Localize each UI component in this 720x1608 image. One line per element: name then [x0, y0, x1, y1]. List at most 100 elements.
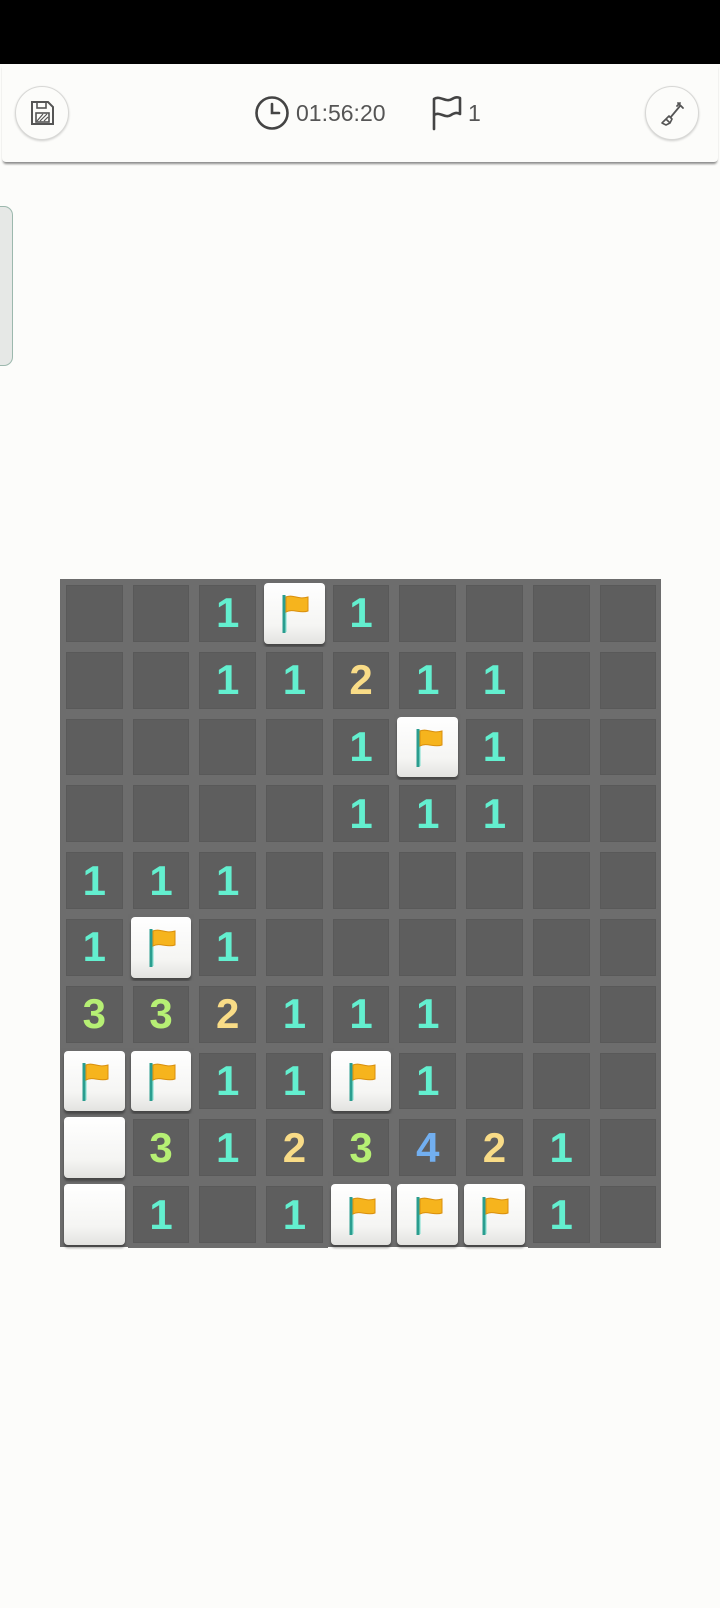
empty-cell[interactable] [594, 980, 662, 1048]
number-cell[interactable]: 3 [127, 980, 195, 1048]
save-icon [31, 101, 54, 125]
number-cell[interactable]: 1 [194, 913, 262, 981]
number-cell[interactable]: 1 [394, 1047, 462, 1115]
number-cell[interactable]: 1 [527, 1114, 595, 1182]
empty-cell[interactable] [194, 1181, 262, 1248]
empty-cell[interactable] [527, 580, 595, 647]
empty-cell[interactable] [527, 847, 595, 914]
number-cell[interactable]: 3 [61, 980, 128, 1048]
number-cell[interactable]: 1 [127, 1181, 195, 1248]
number-cell[interactable]: 1 [261, 1047, 328, 1115]
empty-cell[interactable] [327, 847, 395, 914]
number-cell[interactable]: 1 [194, 580, 262, 647]
number-cell[interactable]: 1 [261, 646, 328, 714]
flagged-cell[interactable] [397, 1184, 459, 1245]
flagged-cell[interactable] [130, 1050, 192, 1112]
empty-cell[interactable] [527, 780, 595, 848]
empty-cell[interactable] [61, 713, 128, 781]
number-cell[interactable]: 2 [327, 646, 395, 714]
empty-cell[interactable] [594, 780, 662, 848]
empty-cell[interactable] [461, 1047, 528, 1115]
flagged-cell[interactable] [130, 916, 192, 978]
empty-cell[interactable] [594, 1047, 662, 1115]
flagged-cell[interactable] [330, 1050, 392, 1112]
empty-cell[interactable] [127, 713, 195, 781]
empty-cell[interactable] [527, 713, 595, 781]
empty-cell[interactable] [527, 913, 595, 981]
number-cell[interactable]: 1 [61, 913, 128, 981]
flagged-cell[interactable] [64, 1050, 125, 1112]
empty-cell[interactable] [261, 913, 328, 981]
empty-cell[interactable] [61, 646, 128, 714]
number-cell[interactable]: 1 [461, 780, 528, 848]
flagged-cell[interactable] [464, 1184, 525, 1245]
empty-cell[interactable] [594, 913, 662, 981]
number-cell[interactable]: 1 [194, 1047, 262, 1115]
number-cell[interactable]: 3 [127, 1114, 195, 1182]
empty-cell[interactable] [61, 580, 128, 647]
number-cell[interactable]: 1 [194, 1114, 262, 1182]
number-cell[interactable]: 1 [394, 780, 462, 848]
empty-cell[interactable] [127, 780, 195, 848]
number-cell[interactable]: 1 [61, 847, 128, 914]
flag-icon [482, 1196, 509, 1235]
number-cell[interactable]: 1 [461, 646, 528, 714]
empty-cell[interactable] [194, 713, 262, 781]
number-cell[interactable]: 1 [327, 580, 395, 647]
number-cell[interactable]: 2 [261, 1114, 328, 1182]
number-cell[interactable]: 1 [327, 780, 395, 848]
number-cell[interactable]: 1 [194, 847, 262, 914]
dig-mode-button[interactable] [645, 86, 699, 140]
flagged-cell[interactable] [264, 583, 325, 644]
number-cell[interactable]: 4 [394, 1114, 462, 1182]
empty-cell[interactable] [261, 713, 328, 781]
empty-cell[interactable] [594, 1181, 662, 1248]
number-cell[interactable]: 1 [394, 646, 462, 714]
empty-cell[interactable] [261, 780, 328, 848]
empty-cell[interactable] [461, 913, 528, 981]
number-cell[interactable]: 1 [194, 646, 262, 714]
save-button[interactable] [15, 86, 69, 140]
game-timer: 01:56:20 [254, 93, 386, 133]
empty-cell[interactable] [261, 847, 328, 914]
empty-cell[interactable] [461, 847, 528, 914]
empty-cell[interactable] [127, 646, 195, 714]
empty-cell[interactable] [527, 980, 595, 1048]
empty-cell[interactable] [594, 580, 662, 647]
number-cell[interactable]: 3 [327, 1114, 395, 1182]
number-cell[interactable]: 1 [327, 980, 395, 1048]
status-bar [0, 0, 720, 64]
flagged-cell[interactable] [330, 1184, 392, 1245]
empty-cell[interactable] [327, 913, 395, 981]
number-cell[interactable]: 1 [261, 1181, 328, 1248]
flag-icon [416, 728, 443, 767]
empty-cell[interactable] [594, 847, 662, 914]
empty-cell[interactable] [594, 713, 662, 781]
empty-cell[interactable] [394, 847, 462, 914]
empty-cell[interactable] [594, 1114, 662, 1182]
empty-cell[interactable] [594, 646, 662, 714]
empty-cell[interactable] [394, 913, 462, 981]
number-cell[interactable]: 2 [194, 980, 262, 1048]
empty-cell[interactable] [461, 580, 528, 647]
flagged-cell[interactable] [397, 716, 459, 778]
number-cell[interactable]: 1 [327, 713, 395, 781]
number-cell[interactable]: 1 [461, 713, 528, 781]
empty-cell[interactable] [461, 980, 528, 1048]
side-drawer-handle[interactable] [0, 206, 13, 366]
empty-cell[interactable] [527, 646, 595, 714]
number-cell[interactable]: 2 [461, 1114, 528, 1182]
unopened-cell[interactable] [64, 1184, 125, 1245]
empty-cell[interactable] [194, 780, 262, 848]
flag-icon [416, 1196, 443, 1235]
empty-cell[interactable] [527, 1047, 595, 1115]
empty-cell[interactable] [61, 780, 128, 848]
empty-cell[interactable] [127, 580, 195, 647]
flag-icon [282, 595, 309, 634]
number-cell[interactable]: 1 [527, 1181, 595, 1248]
number-cell[interactable]: 1 [127, 847, 195, 914]
number-cell[interactable]: 1 [394, 980, 462, 1048]
number-cell[interactable]: 1 [261, 980, 328, 1048]
unopened-cell[interactable] [64, 1117, 125, 1179]
empty-cell[interactable] [394, 580, 462, 647]
